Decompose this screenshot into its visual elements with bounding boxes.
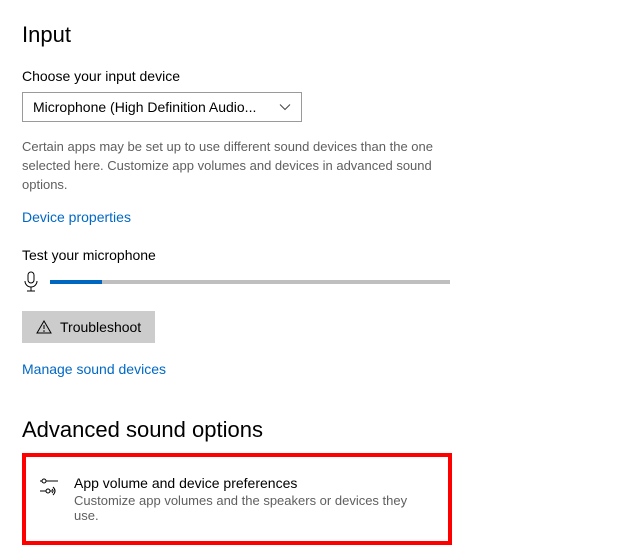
advanced-item-subtitle: Customize app volumes and the speakers o…: [74, 493, 434, 523]
advanced-item-title: App volume and device preferences: [74, 475, 434, 491]
test-microphone-label: Test your microphone: [22, 247, 604, 263]
advanced-sound-options-heading: Advanced sound options: [22, 417, 604, 443]
choose-input-device-label: Choose your input device: [22, 68, 604, 84]
manage-sound-devices-link[interactable]: Manage sound devices: [22, 361, 166, 377]
app-volume-preferences-item[interactable]: App volume and device preferences Custom…: [28, 459, 446, 539]
device-properties-link[interactable]: Device properties: [22, 209, 131, 225]
chevron-down-icon: [279, 101, 291, 113]
highlight-annotation: App volume and device preferences Custom…: [22, 453, 452, 545]
microphone-icon: [22, 271, 40, 293]
microphone-level-meter: [50, 280, 450, 284]
troubleshoot-button[interactable]: Troubleshoot: [22, 311, 155, 343]
troubleshoot-button-label: Troubleshoot: [60, 319, 141, 335]
sliders-icon: [38, 475, 60, 500]
input-device-selected-text: Microphone (High Definition Audio...: [33, 99, 256, 115]
input-description: Certain apps may be set up to use differ…: [22, 138, 462, 195]
input-device-select[interactable]: Microphone (High Definition Audio...: [22, 92, 302, 122]
warning-icon: [36, 319, 52, 335]
input-heading: Input: [22, 22, 604, 48]
